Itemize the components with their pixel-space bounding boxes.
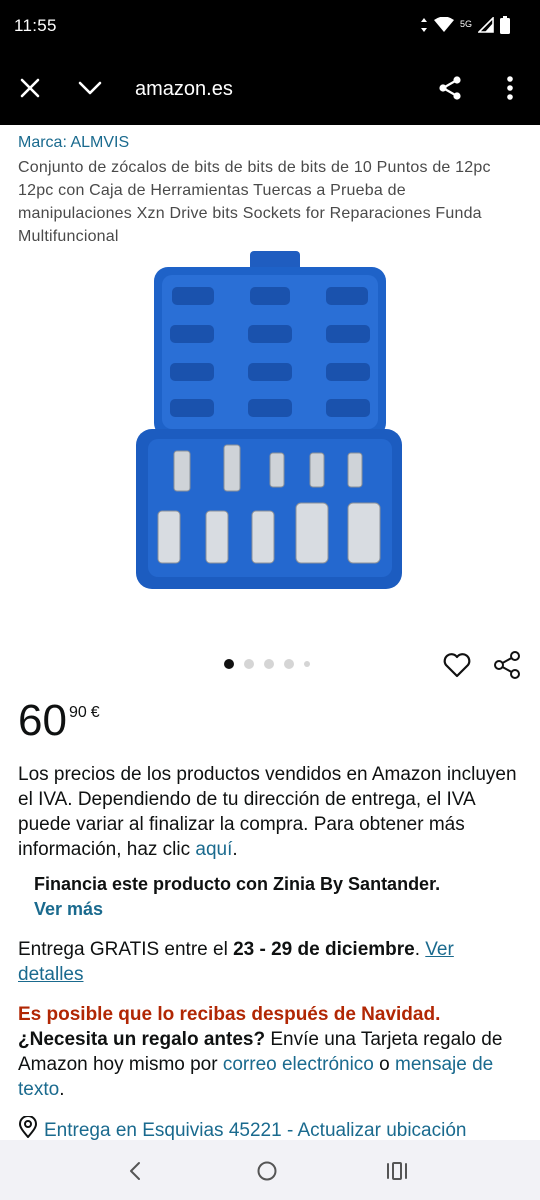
- more-options-icon[interactable]: [492, 70, 528, 106]
- gift-text-2: o: [373, 1054, 396, 1075]
- financing-text: Financia este producto con Zinia By Sant…: [34, 874, 441, 894]
- status-icons: 5G: [420, 16, 510, 39]
- gift-end: .: [59, 1079, 65, 1100]
- home-icon[interactable]: [252, 1156, 282, 1186]
- carousel-dot[interactable]: [244, 659, 254, 669]
- data-arrows-icon: [420, 17, 428, 38]
- vat-notice: Los precios de los productos vendidos en…: [18, 762, 523, 862]
- carousel-dot[interactable]: [304, 661, 310, 667]
- financing-notice: Financia este producto con Zinia By Sant…: [34, 872, 514, 922]
- system-nav-bar: [0, 1140, 540, 1200]
- price-fraction: 90: [68, 704, 87, 721]
- network-type-label: 5G: [459, 18, 472, 29]
- recent-apps-icon[interactable]: [382, 1156, 412, 1186]
- share-icon[interactable]: [432, 70, 468, 106]
- carousel-dot[interactable]: [284, 659, 294, 669]
- gift-card-text: ¿Necesita un regalo antes? Envíe una Tar…: [18, 1027, 523, 1102]
- vat-text: Los precios de los productos vendidos en…: [18, 764, 517, 860]
- page-content: Marca: ALMVIS Conjunto de zócalos de bit…: [0, 125, 540, 1140]
- price-whole: 60: [18, 696, 67, 745]
- share-icon[interactable]: [492, 650, 522, 680]
- delivery-dates: 23 - 29 de diciembre: [233, 939, 415, 960]
- carousel-dot[interactable]: [224, 659, 234, 669]
- price-currency: €: [90, 704, 100, 721]
- delivery-mid: .: [414, 939, 426, 960]
- christmas-warning: Es posible que lo recibas después de Nav…: [18, 1004, 441, 1025]
- signal-icon: [477, 16, 494, 38]
- see-more-link[interactable]: Ver más: [34, 897, 514, 922]
- status-bar: 11:55 5G: [0, 0, 540, 54]
- price: 60 90 €: [18, 697, 100, 745]
- carousel-dot[interactable]: [264, 659, 274, 669]
- close-icon[interactable]: [12, 70, 48, 106]
- wifi-icon: [433, 16, 454, 38]
- vat-end: .: [232, 839, 238, 860]
- image-carousel-dots[interactable]: [224, 659, 310, 669]
- heart-icon[interactable]: [442, 650, 472, 680]
- chevron-down-icon[interactable]: [72, 70, 108, 106]
- product-title: Conjunto de zócalos de bits de bits de b…: [18, 159, 491, 245]
- delivery-info: Entrega GRATIS entre el 23 - 29 de dicie…: [18, 937, 523, 987]
- status-time: 11:55: [14, 16, 57, 35]
- back-icon[interactable]: [120, 1156, 150, 1186]
- vat-link[interactable]: aquí: [195, 839, 232, 860]
- delivery-location[interactable]: Entrega en Esquivias 45221 - Actualizar …: [18, 1115, 528, 1140]
- product-image[interactable]: [130, 245, 410, 595]
- browser-toolbar: amazon.es: [0, 54, 540, 125]
- location-pin-icon: [18, 1115, 38, 1140]
- christmas-notice: Es posible que lo recibas después de Nav…: [18, 1002, 523, 1102]
- location-text[interactable]: Entrega en Esquivias 45221 - Actualizar …: [44, 1118, 466, 1140]
- email-link[interactable]: correo electrónico: [223, 1054, 374, 1075]
- brand-link[interactable]: Marca: ALMVIS: [18, 134, 129, 152]
- gift-question: ¿Necesita un regalo antes?: [18, 1029, 266, 1050]
- battery-icon: [500, 16, 510, 39]
- delivery-prefix: Entrega GRATIS entre el: [18, 939, 234, 960]
- url-text[interactable]: amazon.es: [135, 78, 233, 101]
